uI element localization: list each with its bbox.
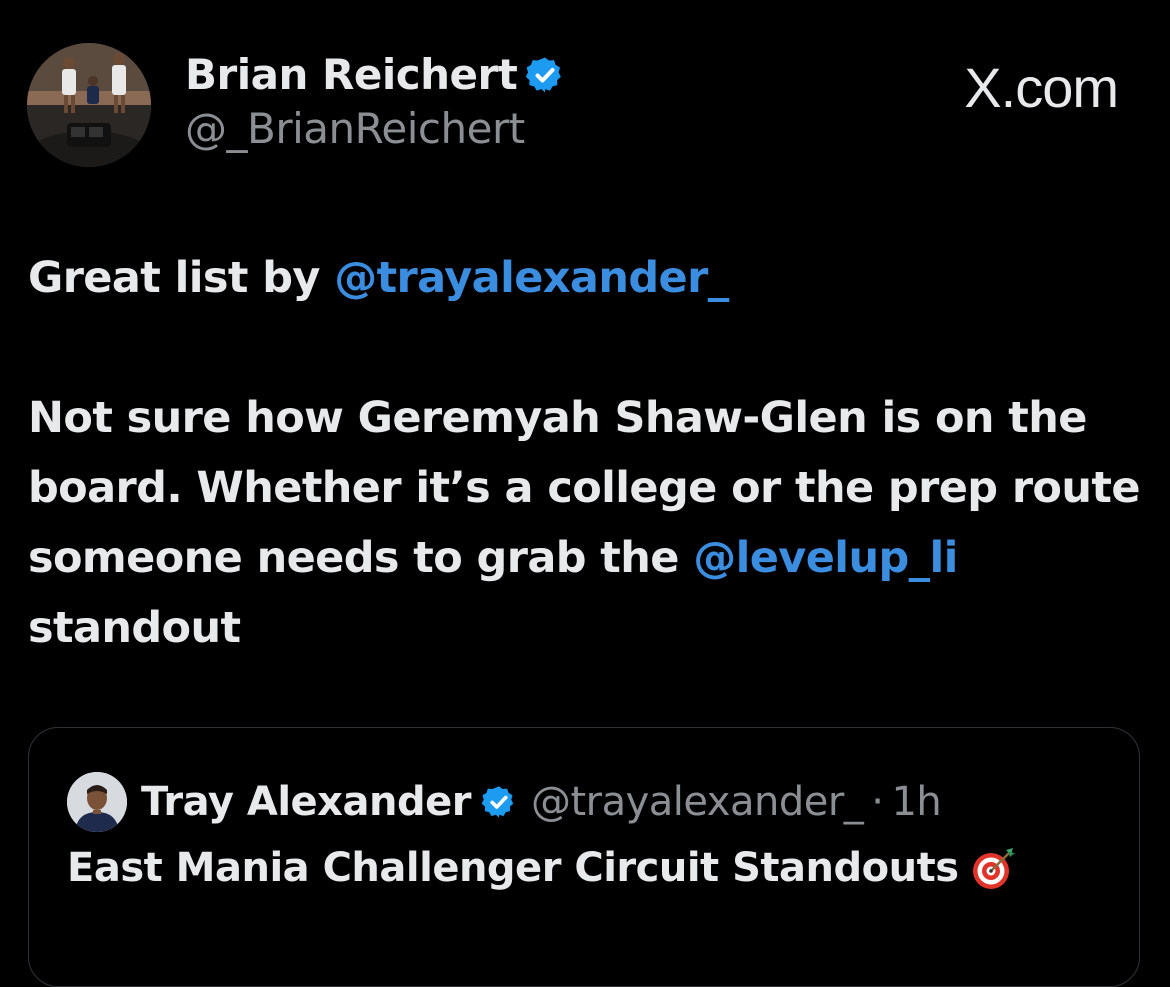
avatar-photo xyxy=(27,43,151,167)
author-name[interactable]: Brian Reichert xyxy=(185,50,565,99)
quoted-author-name[interactable]: Tray Alexander xyxy=(141,779,471,825)
quoted-author-avatar[interactable] xyxy=(67,772,127,832)
quoted-author-handle[interactable]: @trayalexander_ xyxy=(531,779,864,825)
verified-badge-icon xyxy=(525,55,565,95)
mention-link-trayalexander[interactable]: @trayalexander_ xyxy=(334,253,729,303)
author-avatar[interactable] xyxy=(27,43,151,167)
tweet-text-suffix: standout xyxy=(28,603,241,653)
quoted-avatar-photo xyxy=(67,772,127,832)
tweet-text-body: Not sure how Geremyah Shaw-Glen is on th… xyxy=(28,393,1141,583)
quoted-tweet-header: Tray Alexander @trayalexander_ · 1h xyxy=(141,772,942,832)
tweet-body: Great list by @trayalexander_ Not sure h… xyxy=(28,243,1158,663)
tweet-paragraph-1: Great list by @trayalexander_ xyxy=(28,243,1158,313)
quoted-tweet-text-content: East Mania Challenger Circuit Standouts xyxy=(67,845,959,891)
quoted-tweet-timestamp[interactable]: 1h xyxy=(891,779,941,825)
separator-dot: · xyxy=(871,779,884,825)
site-label: X.com xyxy=(964,56,1119,119)
quoted-tweet-text: East Mania Challenger Circuit Standouts xyxy=(67,844,1017,892)
author-handle[interactable]: @_BrianReichert xyxy=(185,104,525,153)
quoted-tweet-card[interactable]: Tray Alexander @trayalexander_ · 1h East… xyxy=(28,727,1140,987)
mention-link-levelup[interactable]: @levelup_li xyxy=(693,533,958,583)
verified-badge-icon xyxy=(481,784,517,820)
tweet-text-prefix: Great list by xyxy=(28,253,335,303)
direct-hit-target-icon xyxy=(969,844,1017,892)
tweet-paragraph-2: Not sure how Geremyah Shaw-Glen is on th… xyxy=(28,383,1158,663)
author-name-text[interactable]: Brian Reichert xyxy=(185,50,518,99)
